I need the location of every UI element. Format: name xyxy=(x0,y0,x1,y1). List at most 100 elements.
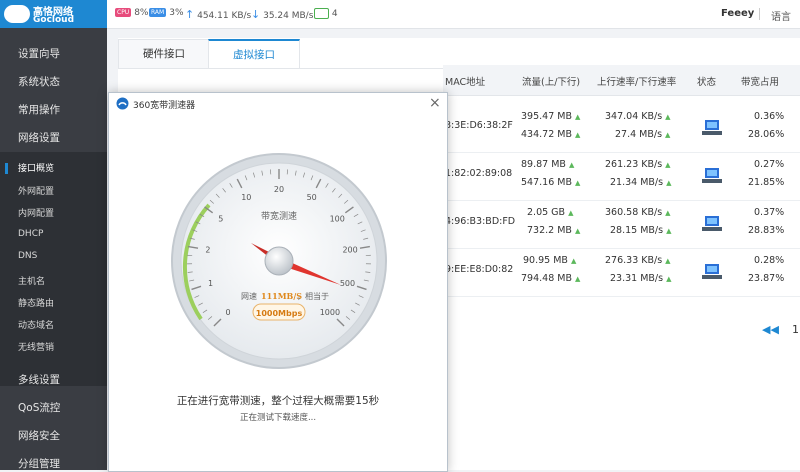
speed-gauge: 01251020501002005001000 带宽测速 网速 111MB/S … xyxy=(169,151,389,371)
dialog-titlebar: 360宽带测速器 × xyxy=(109,93,447,115)
divider xyxy=(759,8,760,20)
page-number[interactable]: 1 xyxy=(792,323,799,336)
sidebar: 设置向导 系统状态 常用操作 网络设置 接口概览 外网配置 内网配置 DHCP … xyxy=(0,28,107,470)
download-stat: ↓ 35.24 MB/s xyxy=(251,8,313,21)
up-arrow-icon: ▲ xyxy=(575,131,580,139)
bandwidth-up-cell: 0.27% xyxy=(754,159,784,170)
rate-down-cell: 27.4 MB/s▲ xyxy=(615,129,670,140)
sidebar-item-system-status[interactable]: 系统状态 xyxy=(0,74,107,89)
gauge-tick-label: 10 xyxy=(241,193,251,202)
traffic-up-value: 2.05 GB xyxy=(527,207,565,218)
speedtest-dialog: 360宽带测速器 × 01251020501002005001000 带宽测速 … xyxy=(108,92,448,472)
sidebar-subitem-ddns[interactable]: 动态域名 xyxy=(0,318,107,331)
col-mac: MAC地址 xyxy=(445,74,485,88)
bandwidth-down-cell: 21.85% xyxy=(748,177,784,188)
sidebar-item-qos[interactable]: QoS流控 xyxy=(0,400,107,415)
rate-up-value: 276.33 KB/s xyxy=(605,255,662,266)
up-arrow-icon: ▲ xyxy=(575,179,580,187)
computer-icon xyxy=(702,119,722,137)
sidebar-subitem-hostname[interactable]: 主机名 xyxy=(0,274,107,287)
bandwidth-up-cell: 0.37% xyxy=(754,207,784,218)
logo: 高恪网络 Gocloud xyxy=(0,0,107,28)
traffic-up-value: 395.47 MB xyxy=(521,111,572,122)
sidebar-subitem-dhcp[interactable]: DHCP xyxy=(0,229,107,239)
sidebar-subitem-wan[interactable]: 外网配置 xyxy=(0,184,107,197)
bandwidth-down-cell: 28.83% xyxy=(748,225,784,236)
computer-icon xyxy=(702,215,722,233)
first-page-icon[interactable]: ◀◀ xyxy=(762,323,779,336)
up-arrow-icon: ▲ xyxy=(665,161,670,169)
sidebar-subitem-lan[interactable]: 内网配置 xyxy=(0,206,107,219)
mbps-value: 1000Mbps xyxy=(256,309,303,318)
tab-hardware-interface[interactable]: 硬件接口 xyxy=(118,39,210,68)
gauge-title: 带宽测速 xyxy=(261,210,297,222)
cloud-logo-icon xyxy=(4,5,30,23)
cpu-value: 8% xyxy=(134,8,148,18)
ram-stat: RAM3% xyxy=(149,8,184,18)
sidebar-item-security[interactable]: 网络安全 xyxy=(0,428,107,443)
traffic-down-value: 732.2 MB xyxy=(527,225,572,236)
speedtest-logo-icon xyxy=(116,97,129,110)
traffic-down-value: 794.48 MB xyxy=(521,273,572,284)
progress-submessage: 正在测试下载速度... xyxy=(109,411,447,423)
gauge-tick-label: 20 xyxy=(274,185,284,194)
rate-down-value: 28.15 MB/s xyxy=(610,225,663,236)
language-menu[interactable]: 语言 xyxy=(771,8,791,23)
gauge-tick-label: 50 xyxy=(307,193,317,202)
traffic-down-value: 547.16 MB xyxy=(521,177,572,188)
sidebar-item-common-ops[interactable]: 常用操作 xyxy=(0,102,107,117)
traffic-down-cell: 732.2 MB▲ xyxy=(527,225,580,236)
top-status-bar: CPU8% RAM3% ↑ 454.11 KB/s ↓ 35.24 MB/s 4… xyxy=(107,0,800,29)
rate-down-value: 27.4 MB/s xyxy=(615,129,662,140)
ram-value: 3% xyxy=(169,8,183,18)
traffic-down-value: 434.72 MB xyxy=(521,129,572,140)
up-arrow-icon: ▲ xyxy=(571,257,576,265)
gauge-tick-label: 100 xyxy=(330,215,345,224)
up-arrow-icon: ▲ xyxy=(665,113,670,121)
ram-icon: RAM xyxy=(149,8,166,17)
download-value: 35.24 MB/s xyxy=(263,11,313,21)
up-arrow-icon: ▲ xyxy=(665,257,670,265)
traffic-up-value: 89.87 MB xyxy=(521,159,566,170)
download-arrow-icon: ↓ xyxy=(251,8,260,21)
rate-up-value: 261.23 KB/s xyxy=(605,159,662,170)
traffic-up-value: 90.95 MB xyxy=(523,255,568,266)
user-name[interactable]: Feeey xyxy=(721,8,754,19)
sidebar-item-setup-wizard[interactable]: 设置向导 xyxy=(0,46,107,61)
sidebar-item-network-settings[interactable]: 网络设置 xyxy=(0,130,107,145)
rate-down-cell: 28.15 MB/s▲ xyxy=(610,225,671,236)
equiv-label: ，相当于 xyxy=(297,291,329,301)
mac-cell: 8:3E:D6:38:2F xyxy=(445,120,513,131)
traffic-up-cell: 395.47 MB▲ xyxy=(521,111,580,122)
col-bandwidth: 带宽占用 xyxy=(741,74,779,88)
bandwidth-up-cell: 0.36% xyxy=(754,111,784,122)
computer-icon xyxy=(702,167,722,185)
col-traffic: 流量(上/下行) xyxy=(522,74,580,88)
up-arrow-icon: ▲ xyxy=(666,275,671,283)
sidebar-subitem-dns[interactable]: DNS xyxy=(0,251,107,261)
up-arrow-icon: ▲ xyxy=(666,179,671,187)
upload-stat: ↑ 454.11 KB/s xyxy=(185,8,251,21)
gauge-tick-label: 5 xyxy=(218,215,223,224)
close-icon[interactable]: × xyxy=(429,95,441,111)
bandwidth-down-cell: 28.06% xyxy=(748,129,784,140)
progress-message: 正在进行宽带测速，整个过程大概需要15秒 xyxy=(109,393,447,408)
up-arrow-icon: ▲ xyxy=(575,113,580,121)
traffic-up-cell: 89.87 MB▲ xyxy=(521,159,574,170)
sidebar-item-group[interactable]: 分组管理 xyxy=(0,456,107,471)
rate-up-cell: 276.33 KB/s▲ xyxy=(605,255,671,266)
gauge-tick-label: 1000 xyxy=(320,308,340,317)
rate-down-value: 21.34 MB/s xyxy=(610,177,663,188)
online-devices-icon xyxy=(314,8,329,19)
sidebar-subitem-interface-overview[interactable]: 接口概览 xyxy=(0,161,107,174)
mac-cell: 1:82:02:89:08 xyxy=(445,168,512,179)
sidebar-item-multiline[interactable]: 多线设置 xyxy=(0,372,107,387)
up-arrow-icon: ▲ xyxy=(568,209,573,217)
table-row: 1:82:02:89:08 89.87 MB▲ 547.16 MB▲ 261.2… xyxy=(443,153,800,201)
sidebar-subitem-wireless-marketing[interactable]: 无线营销 xyxy=(0,340,107,353)
sidebar-subitem-static-route[interactable]: 静态路由 xyxy=(0,296,107,309)
tab-virtual-interface[interactable]: 虚拟接口 xyxy=(208,39,300,69)
rate-down-cell: 21.34 MB/s▲ xyxy=(610,177,671,188)
gauge-tick-label: 500 xyxy=(340,279,355,288)
dialog-title: 360宽带测速器 xyxy=(133,98,195,111)
